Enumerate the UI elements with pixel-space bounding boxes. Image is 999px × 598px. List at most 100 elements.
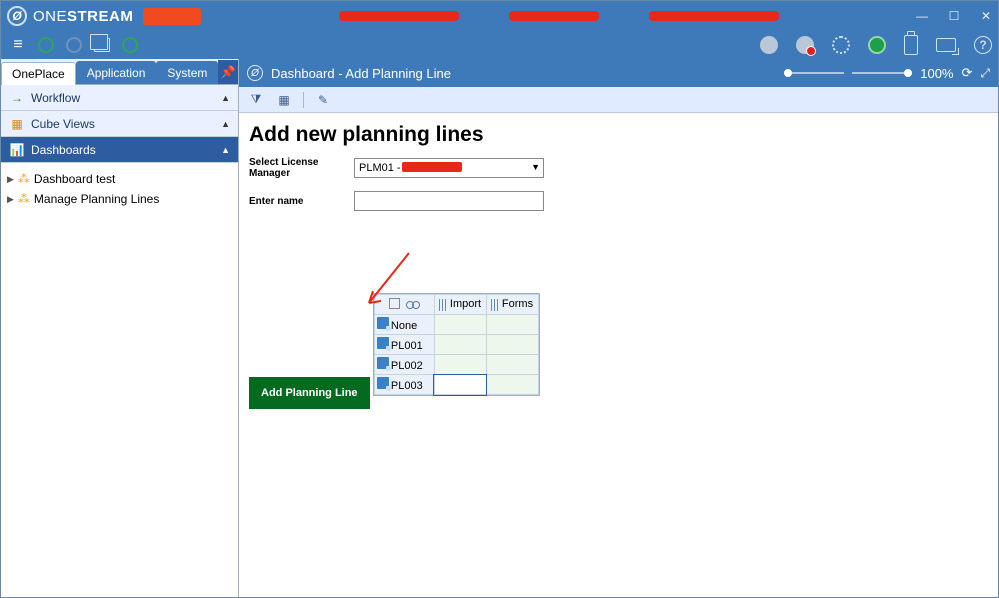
redaction-block [339, 11, 459, 21]
page-bar: Ø Dashboard - Add Planning Line 100% ⟳ ⤢ [239, 59, 998, 87]
messages-icon[interactable] [936, 38, 956, 52]
refresh-icon[interactable] [868, 36, 886, 54]
nav-section-dashboards[interactable]: 📊 Dashboards ▲ [1, 137, 238, 163]
grid-corner[interactable] [374, 295, 434, 315]
toolbar: ⧩ ▦ ✎ [239, 87, 998, 113]
col-label: Forms [502, 298, 533, 310]
cell[interactable] [434, 315, 486, 335]
chart-icon: 📊 [9, 143, 25, 157]
brand-stream: STREAM [67, 8, 133, 25]
swirl-icon: Ø [247, 65, 263, 81]
page-heading: Add new planning lines [249, 123, 988, 147]
refresh-icon[interactable]: ⟳ [961, 65, 972, 81]
page-icon [377, 337, 389, 349]
input-enter-name[interactable] [354, 191, 544, 211]
grid-row[interactable]: PL002 [374, 355, 538, 375]
globe-icon[interactable] [63, 34, 85, 56]
label-enter-name: Enter name [249, 196, 344, 207]
zoom-slider[interactable] [784, 72, 844, 74]
arrow-right-icon: → [9, 91, 25, 105]
select-wrap: PLM01 - ▼ [354, 158, 544, 178]
binoculars-icon[interactable] [406, 299, 420, 309]
tab-oneplace[interactable]: OnePlace [1, 62, 76, 85]
user-alert-icon[interactable] [796, 36, 814, 54]
edit-icon[interactable]: ✎ [314, 91, 332, 109]
cell[interactable] [434, 335, 486, 355]
row-label: PL002 [391, 360, 423, 372]
menu-icon[interactable]: ≡ [7, 34, 29, 56]
ribbon-right: ? [760, 35, 992, 55]
content: Add new planning lines Select License Ma… [239, 113, 998, 597]
titlebar: Ø ONESTREAM — ☐ ✕ [1, 1, 998, 31]
page-icon [377, 357, 389, 369]
battery-icon [904, 35, 918, 55]
grid-row[interactable]: None [374, 315, 538, 335]
cell[interactable] [486, 315, 538, 335]
nav-label: Workflow [31, 91, 80, 105]
redaction-block [143, 8, 201, 25]
window-controls: — ☐ ✕ [916, 10, 992, 22]
redaction-block [509, 11, 599, 21]
zoom-slider[interactable] [852, 72, 912, 74]
chevron-up-icon: ▲ [221, 93, 230, 103]
col-import[interactable]: Import [434, 295, 486, 315]
cell[interactable] [486, 355, 538, 375]
row-label: None [391, 320, 417, 332]
page-title: Dashboard - Add Planning Line [271, 66, 451, 81]
add-planning-line-button[interactable]: Add Planning Line [249, 377, 370, 409]
expand-icon[interactable]: ▶ [7, 194, 14, 205]
result-grid: Import Forms None PL001 PL002 [373, 293, 540, 396]
grip-icon [491, 299, 499, 311]
grid-row[interactable]: PL003 [374, 375, 538, 395]
tab-application[interactable]: Application [76, 61, 157, 84]
expand-icon[interactable]: ▶ [7, 174, 14, 185]
field-row-name: Enter name [249, 191, 988, 211]
cluster-icon: ⁂ [18, 192, 30, 206]
help-icon[interactable]: ? [974, 36, 992, 54]
col-forms[interactable]: Forms [486, 295, 538, 315]
cell[interactable] [434, 355, 486, 375]
cluster-icon: ⁂ [18, 172, 30, 186]
cell[interactable] [486, 335, 538, 355]
status-dot-green[interactable] [35, 34, 57, 56]
minimize-button[interactable]: — [916, 10, 928, 22]
cell[interactable] [486, 375, 538, 395]
nav-tree: ▶ ⁂ Dashboard test ▶ ⁂ Manage Planning L… [1, 163, 238, 597]
checkbox-icon[interactable] [389, 298, 400, 309]
tree-label: Dashboard test [34, 172, 115, 186]
tree-item-dashboard-test[interactable]: ▶ ⁂ Dashboard test [5, 169, 234, 189]
close-button[interactable]: ✕ [980, 10, 992, 22]
titlebar-center [201, 11, 916, 21]
separator [303, 92, 304, 108]
pin-button[interactable]: 📌 [218, 60, 238, 84]
brand-name: ONESTREAM [33, 8, 133, 25]
brand-one: ONE [33, 8, 67, 25]
col-label: Import [450, 298, 481, 310]
maximize-button[interactable]: ☐ [948, 10, 960, 22]
grip-icon [439, 299, 447, 311]
popout-icon[interactable]: ⤢ [980, 66, 990, 81]
nav-label: Cube Views [31, 117, 95, 131]
page-icon [377, 377, 389, 389]
tab-system[interactable]: System [156, 61, 218, 84]
label-license-manager: Select License Manager [249, 157, 344, 179]
zoom-value: 100% [920, 66, 953, 81]
grid-row[interactable]: PL001 [374, 335, 538, 355]
nav-section-cubeviews[interactable]: ▦ Cube Views ▲ [1, 111, 238, 137]
select-license-manager[interactable]: PLM01 - [354, 158, 544, 178]
annotation-arrow [239, 338, 279, 538]
page-icon [377, 317, 389, 329]
grid-options-icon[interactable]: ▦ [275, 91, 293, 109]
chevron-up-icon: ▲ [221, 145, 230, 155]
filter-icon[interactable]: ⧩ [247, 91, 265, 109]
app-window: Ø ONESTREAM — ☐ ✕ ≡ ? [0, 0, 999, 598]
left-nav: OnePlace Application System 📌 → Workflow… [1, 59, 239, 597]
cell-selected[interactable] [434, 375, 486, 395]
brand-swirl-icon: Ø [7, 6, 27, 26]
copy-icon[interactable] [91, 34, 113, 56]
ribbon: ≡ ? [1, 31, 998, 59]
nav-section-workflow[interactable]: → Workflow ▲ [1, 85, 238, 111]
tree-item-manage-planning[interactable]: ▶ ⁂ Manage Planning Lines [5, 189, 234, 209]
status-dot-green[interactable] [119, 34, 141, 56]
user-icon[interactable] [760, 36, 778, 54]
